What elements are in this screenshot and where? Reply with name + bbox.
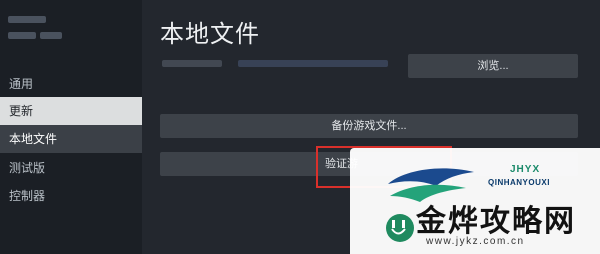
watermark-site-name: 金烨攻略网	[416, 205, 576, 238]
game-title-blurred	[8, 10, 78, 52]
sidebar: 通用 更新 本地文件 测试版 控制器	[0, 0, 142, 254]
sidebar-item-local-files[interactable]: 本地文件	[0, 125, 142, 153]
sidebar-item-controller[interactable]: 控制器	[0, 182, 142, 210]
sidebar-item-label: 本地文件	[9, 132, 58, 146]
watermark: JHYX QINHANYOUXI 金烨攻略网 www.jykz.com.cn	[350, 148, 600, 254]
sidebar-item-updates[interactable]: 更新	[0, 97, 142, 125]
sidebar-item-betas[interactable]: 测试版	[0, 154, 142, 182]
watermark-brand-short: JHYX	[510, 164, 541, 175]
backup-files-button[interactable]: 备份游戏文件...	[160, 114, 578, 138]
page-title: 本地文件	[160, 21, 260, 48]
browse-button[interactable]: 浏览...	[408, 54, 578, 78]
sidebar-item-general[interactable]: 通用	[0, 70, 142, 98]
sidebar-item-label: 测试版	[9, 161, 46, 175]
sidebar-item-label: 更新	[9, 104, 34, 118]
watermark-brand-latin: QINHANYOUXI	[488, 178, 550, 187]
sidebar-item-label: 通用	[9, 77, 34, 91]
sidebar-item-label: 控制器	[9, 189, 46, 203]
watermark-url: www.jykz.com.cn	[426, 236, 525, 247]
